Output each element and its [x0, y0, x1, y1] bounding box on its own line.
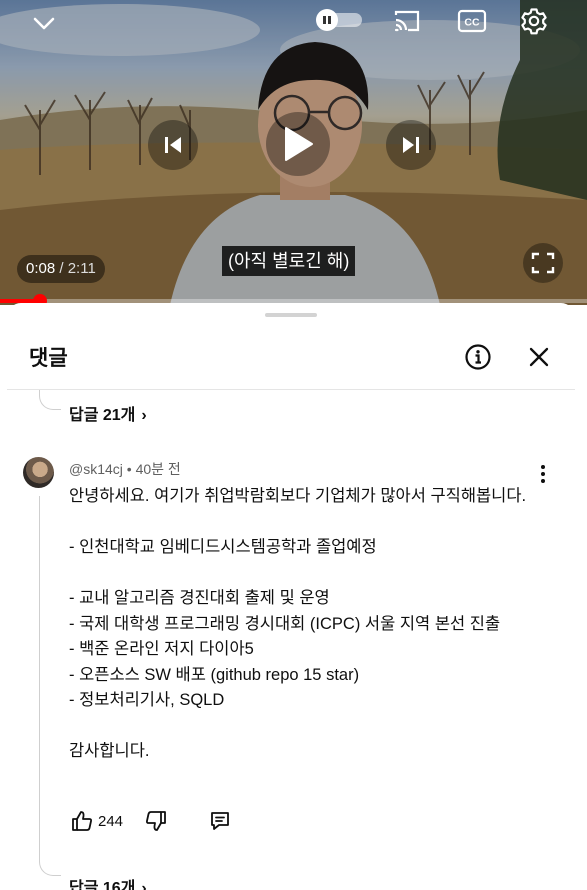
autoplay-toggle-icon — [316, 9, 338, 31]
subtitle-caption: (아직 별로긴 해) — [222, 246, 356, 276]
thumbs-down-icon[interactable] — [143, 808, 169, 834]
thread-connector — [39, 390, 61, 410]
replies-previous-label: 답글 21개 — [69, 407, 136, 424]
autoplay-toggle[interactable] — [316, 9, 364, 31]
time-separator: / — [55, 260, 68, 277]
chevron-down-icon[interactable] — [28, 8, 60, 40]
view-replies-previous[interactable]: 답글 21개 › — [69, 401, 147, 425]
comment-line — [69, 561, 539, 587]
chevron-right-icon: › — [141, 880, 147, 890]
current-time: 0:08 — [26, 260, 56, 277]
gear-icon[interactable] — [518, 5, 550, 37]
header-divider — [7, 389, 575, 390]
like-count: 244 — [98, 812, 124, 830]
cast-icon[interactable] — [390, 6, 424, 36]
cc-icon[interactable]: CC — [455, 7, 489, 35]
thumbs-up-icon[interactable] — [69, 808, 95, 834]
comment-body: 안녕하세요. 여기가 취업박람회보다 기업체가 많아서 구직해봅니다. - 인천… — [69, 484, 539, 765]
play-icon[interactable] — [266, 112, 330, 176]
cc-label: CC — [464, 17, 480, 29]
comment-line: - 인천대학교 임베디드시스템공학과 졸업예정 — [69, 538, 377, 556]
meta-dot: • — [122, 461, 136, 477]
duration: 2:11 — [67, 260, 96, 277]
comment-line: - 오픈소스 SW 배포 (github repo 15 star) — [69, 665, 360, 684]
comment-line — [69, 714, 539, 740]
comments-panel: 댓글 답글 21개 › @sk14cj • 40분 전 안녕하세요. 여기가 취업… — [7, 303, 575, 890]
panel-title: 댓글 — [29, 347, 68, 370]
chevron-right-icon: › — [141, 407, 147, 424]
replies-next-label: 답글 16개 — [69, 880, 136, 890]
comment-line — [69, 510, 539, 536]
view-replies-next[interactable]: 답글 16개 › — [69, 874, 147, 890]
comment-line: - 백준 온라인 저지 다이아5 — [69, 640, 254, 658]
info-icon[interactable] — [462, 341, 494, 373]
avatar[interactable] — [23, 457, 54, 488]
comment-meta: @sk14cj • 40분 전 — [69, 459, 181, 479]
thread-connector — [39, 838, 61, 876]
skip-next-icon[interactable] — [386, 120, 436, 170]
comment-line: - 교내 알고리즘 경진대회 출제 및 운영 — [69, 589, 330, 607]
comment-time: 40분 전 — [135, 461, 181, 477]
comment-line: 안녕하세요. 여기가 취업박람회보다 기업체가 많아서 구직해봅니다. — [69, 487, 527, 505]
fullscreen-icon[interactable] — [523, 243, 563, 283]
close-icon[interactable] — [525, 343, 553, 371]
comment-line: - 국제 대학생 프로그래밍 경시대회 (ICPC) 서울 지역 본선 진출 — [69, 614, 501, 633]
skip-previous-icon[interactable] — [148, 120, 198, 170]
comment-line: 감사합니다. — [69, 742, 150, 760]
thread-line — [39, 496, 40, 838]
more-vert-icon[interactable] — [533, 463, 553, 485]
drag-handle[interactable] — [265, 313, 317, 317]
video-player[interactable]: CC 0:08 / 2:11 (아직 별로긴 해) — [0, 0, 587, 305]
comment-icon[interactable] — [207, 808, 233, 834]
comment-actions: 244 — [69, 808, 233, 834]
comment-author[interactable]: @sk14cj — [69, 461, 123, 477]
time-display: 0:08 / 2:11 — [17, 255, 105, 283]
comment-line: - 정보처리기사, SQLD — [69, 691, 225, 709]
